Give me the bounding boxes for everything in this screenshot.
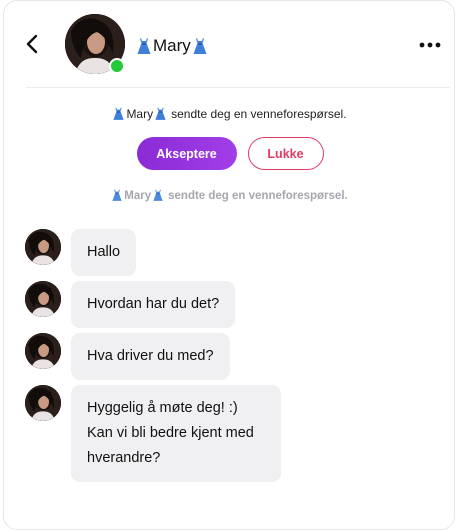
contact-name[interactable]: Mary bbox=[137, 35, 207, 57]
message-row: Hva driver du med? bbox=[25, 333, 230, 380]
chat-header: Mary bbox=[4, 1, 456, 89]
accept-button[interactable]: Akseptere bbox=[136, 137, 237, 170]
request-actions: Akseptere Lukke bbox=[4, 137, 456, 170]
message-bubble: Hva driver du med? bbox=[71, 333, 230, 380]
request-repeat-name: Mary bbox=[124, 189, 152, 202]
dress-icon bbox=[112, 189, 122, 202]
message-bubble: Hallo bbox=[71, 229, 137, 276]
message-bubble: Hvordan har du det? bbox=[71, 281, 236, 328]
dress-icon bbox=[137, 38, 151, 55]
back-arrow-icon[interactable] bbox=[22, 31, 44, 57]
chat-window: Mary Mary sendte deg en venneforespørsel… bbox=[3, 0, 455, 530]
more-dots-icon[interactable] bbox=[418, 36, 442, 54]
sender-avatar[interactable] bbox=[25, 229, 61, 265]
friend-request-notice-repeat: Mary sendte deg en venneforespørsel. bbox=[4, 189, 456, 202]
dress-icon bbox=[113, 107, 124, 121]
friend-request-notice: Mary sendte deg en venneforespørsel. bbox=[4, 107, 456, 121]
message-row: Hyggelig å møte deg! :) Kan vi bli bedre… bbox=[25, 385, 281, 482]
online-status-indicator bbox=[109, 58, 125, 74]
sender-avatar[interactable] bbox=[25, 281, 61, 317]
sender-avatar[interactable] bbox=[25, 385, 61, 421]
message-row: Hallo bbox=[25, 229, 137, 276]
request-name: Mary bbox=[126, 107, 154, 121]
message-bubble: Hyggelig å møte deg! :) Kan vi bli bedre… bbox=[71, 385, 281, 482]
close-button[interactable]: Lukke bbox=[247, 137, 324, 170]
message-row: Hvordan har du det? bbox=[25, 281, 236, 328]
contact-name-label: Mary bbox=[153, 36, 191, 55]
dress-icon bbox=[155, 107, 166, 121]
header-divider bbox=[26, 87, 450, 88]
dress-icon bbox=[193, 38, 207, 55]
request-text: sendte deg en venneforespørsel. bbox=[171, 107, 347, 121]
dress-icon bbox=[153, 189, 163, 202]
sender-avatar[interactable] bbox=[25, 333, 61, 369]
request-repeat-text: sendte deg en venneforespørsel. bbox=[168, 189, 348, 202]
